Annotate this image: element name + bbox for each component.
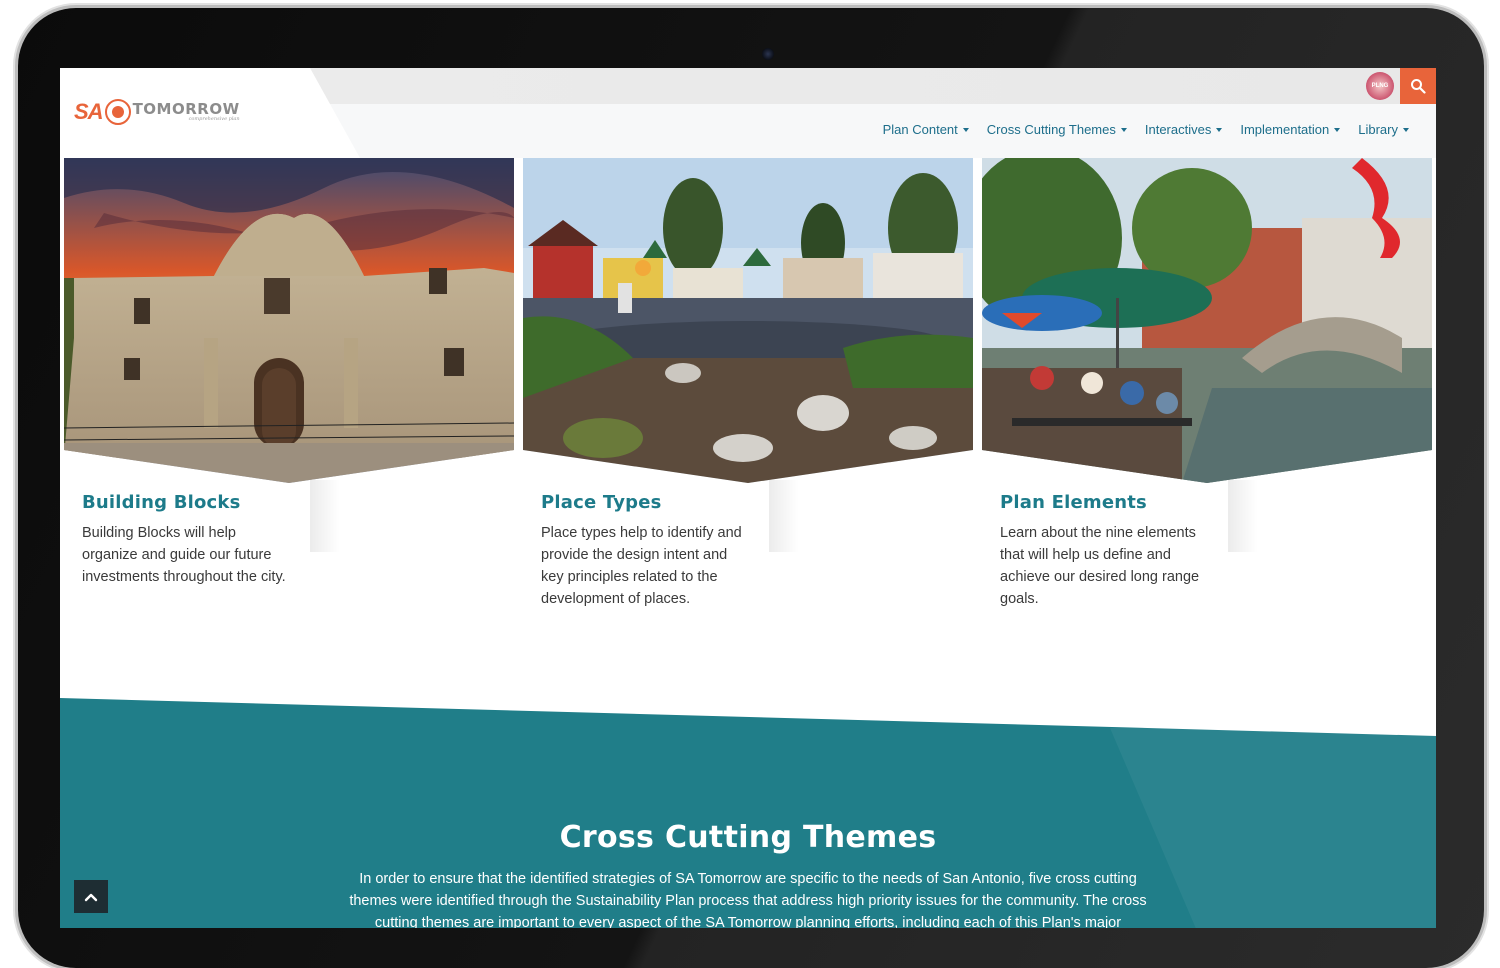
card-grid: Building Blocks Building Blocks will hel… <box>64 158 1432 718</box>
riverwalk-photo[interactable] <box>982 158 1432 483</box>
caret-down-icon <box>1216 127 1223 132</box>
themes-heading: Cross Cutting Themes <box>559 820 937 855</box>
main-nav: Plan Content Cross Cutting Themes Intera… <box>874 122 1418 137</box>
logo-mark-icon <box>104 99 131 125</box>
card-place-types[interactable]: Place Types Place types help to identify… <box>523 158 973 678</box>
nav-item-label: Library <box>1358 122 1398 137</box>
nav-item-implementation[interactable]: Implementation <box>1231 122 1349 137</box>
logo-name: TOMORROW <box>132 100 240 118</box>
plng-badge-icon[interactable]: PLNG <box>1366 72 1394 100</box>
card-description: Building Blocks will help organize and g… <box>82 525 286 585</box>
site-header: SA TOMORROW comprehensive plan PLNG Plan… <box>60 68 1436 158</box>
logo-tagline: comprehensive plan <box>188 116 240 122</box>
nav-item-label: Implementation <box>1240 122 1330 137</box>
alamo-mission-photo[interactable] <box>64 158 514 483</box>
card-fold-shadow <box>769 480 799 552</box>
card-description: Place types help to identify and provide… <box>541 525 742 607</box>
card-fold-shadow <box>310 480 340 552</box>
card-title[interactable]: Place Types <box>541 492 662 513</box>
nav-item-label: Interactives <box>1144 122 1212 137</box>
card-description: Learn about the nine elements that will … <box>1000 525 1200 607</box>
caret-down-icon <box>1334 127 1341 132</box>
themes-body: In order to ensure that the identified s… <box>349 871 1147 928</box>
caret-down-icon <box>1120 127 1127 132</box>
nav-item-interactives[interactable]: Interactives <box>1136 122 1231 137</box>
caret-down-icon <box>1403 127 1409 132</box>
browser-viewport: SA TOMORROW comprehensive plan PLNG Plan… <box>60 68 1436 928</box>
logo-prefix: SA <box>74 99 104 124</box>
search-button[interactable] <box>1400 68 1436 104</box>
card-title[interactable]: Building Blocks <box>82 492 241 513</box>
search-icon <box>1411 79 1426 94</box>
card-plan-elements[interactable]: Plan Elements Learn about the nine eleme… <box>982 158 1432 678</box>
nav-item-label: Cross Cutting Themes <box>986 122 1116 137</box>
card-fold-shadow <box>1228 480 1258 552</box>
card-building-blocks[interactable]: Building Blocks Building Blocks will hel… <box>64 158 514 678</box>
nav-item-label: Plan Content <box>882 122 958 137</box>
camera-icon <box>762 48 774 60</box>
chevron-up-icon <box>84 893 98 901</box>
caret-down-icon <box>962 127 969 132</box>
badge-text: PLNG <box>1371 83 1389 89</box>
nav-item-plan-content[interactable]: Plan Content <box>874 122 978 137</box>
nav-item-cross-cutting-themes[interactable]: Cross Cutting Themes <box>978 122 1136 137</box>
nav-item-library[interactable]: Library <box>1349 122 1418 137</box>
playground-park-photo[interactable] <box>523 158 973 483</box>
card-title[interactable]: Plan Elements <box>1000 492 1147 513</box>
back-to-top-button[interactable] <box>74 880 108 913</box>
site-logo[interactable]: SA TOMORROW comprehensive plan <box>74 96 240 128</box>
